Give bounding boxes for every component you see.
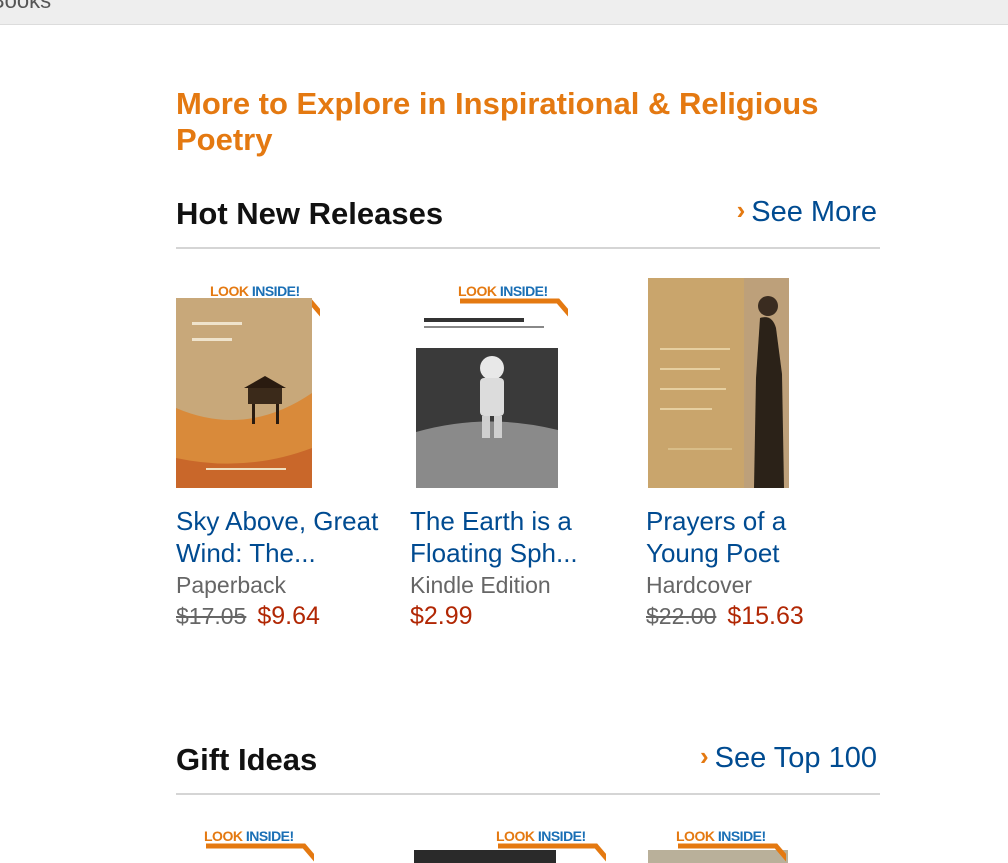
- section-title-gift-ideas: Gift Ideas: [176, 742, 318, 777]
- product-title-link[interactable]: Prayers of a Young Poet: [646, 505, 856, 569]
- look-inside-badge: LOOK INSIDE!: [204, 828, 314, 862]
- sale-price: $9.64: [257, 602, 320, 630]
- chevron-right-icon: ›: [736, 195, 746, 225]
- list-price: $17.05: [176, 603, 247, 629]
- product-price-line: $17.05 $9.64: [176, 601, 386, 631]
- product-format: Hardcover: [646, 572, 753, 598]
- see-top-100-link[interactable]: › See Top 100: [699, 741, 877, 775]
- book-cover-earth-floating[interactable]: [416, 312, 558, 493]
- product-format: Paperback: [176, 572, 286, 598]
- see-more-link[interactable]: › See More: [736, 195, 877, 229]
- section-title-hot-new-releases: Hot New Releases: [176, 196, 444, 231]
- list-price: $22.00: [646, 603, 717, 629]
- product-title-link[interactable]: Sky Above, Great Wind: The...: [176, 505, 386, 569]
- section-divider: [176, 793, 880, 795]
- page-heading: More to Explore in Inspirational & Relig…: [176, 86, 819, 157]
- product-card: LOOK INSIDE! Sky Above, Great Wind: The.…: [176, 283, 386, 631]
- section-divider: [176, 247, 880, 249]
- sale-price: $2.99: [410, 602, 473, 630]
- book-cover-sky-above[interactable]: [176, 298, 312, 493]
- look-inside-badge: LOOK INSIDE!: [496, 828, 606, 862]
- product-card: Prayers of a Young Poet Hardcover $22.00…: [646, 278, 856, 631]
- product-card[interactable]: LOOK INSIDE!: [414, 828, 614, 863]
- product-card[interactable]: LOOK INSIDE!: [176, 828, 316, 863]
- sale-price: $15.63: [727, 602, 804, 630]
- see-more-label: See More: [751, 196, 877, 228]
- product-card[interactable]: LOOK INSIDE!: [648, 828, 808, 863]
- top-bar: Books: [0, 0, 1008, 25]
- top-bar-text: Books: [0, 0, 52, 13]
- product-price-line: $2.99: [410, 601, 620, 631]
- product-price-line: $22.00 $15.63: [646, 601, 856, 631]
- book-cover-prayers-young-poet[interactable]: [648, 278, 789, 493]
- product-format: Kindle Edition: [410, 572, 551, 598]
- look-inside-badge: LOOK INSIDE!: [676, 828, 786, 862]
- product-title-link[interactable]: The Earth is a Floating Sph...: [410, 505, 620, 569]
- see-top-100-label: See Top 100: [714, 742, 877, 774]
- chevron-right-icon: ›: [699, 741, 709, 771]
- product-card: LOOK INSIDE! The Earth is a Floating Sph…: [410, 283, 620, 631]
- look-inside-badge: LOOK INSIDE!: [458, 283, 568, 317]
